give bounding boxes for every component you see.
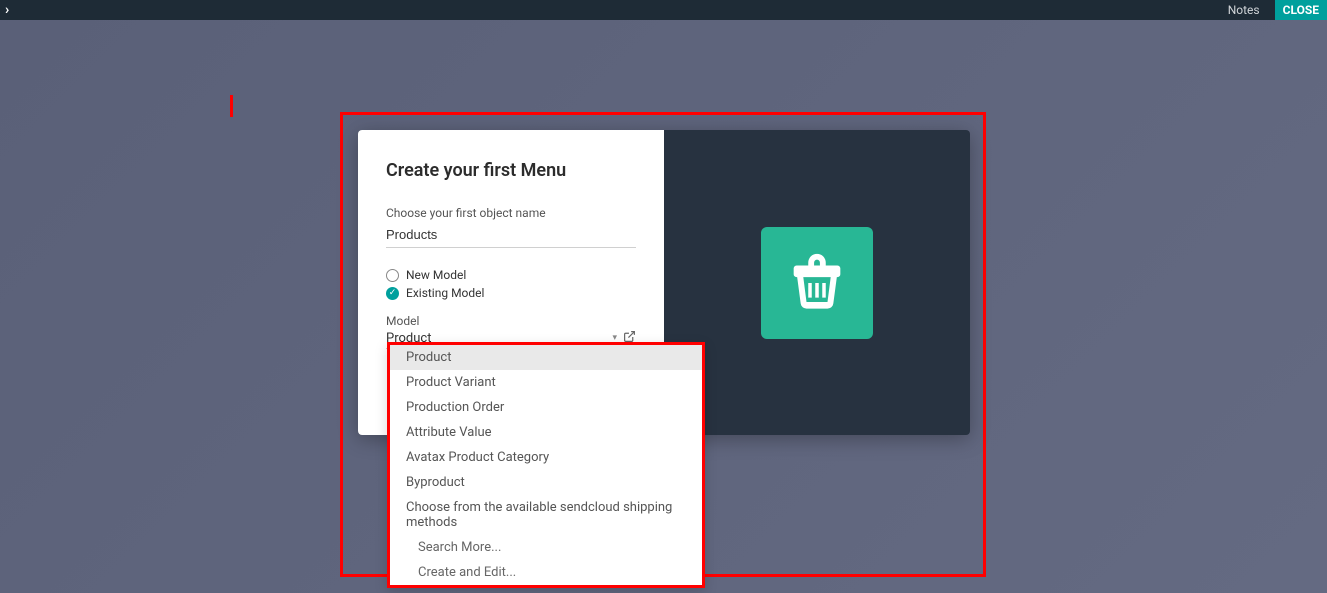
model-field-label: Model (386, 314, 636, 328)
radio-unchecked-icon (386, 269, 399, 282)
topbar-right: Notes CLOSE (1213, 0, 1327, 20)
dropdown-item-avatax-category[interactable]: Avatax Product Category (390, 445, 702, 470)
radio-checked-icon: ✓ (386, 287, 399, 300)
basket-tile (761, 227, 873, 339)
dropdown-item-product-variant[interactable]: Product Variant (390, 370, 702, 395)
workspace: Create your first Menu Choose your first… (0, 20, 1327, 593)
radio-new-model-row[interactable]: New Model (386, 268, 636, 282)
object-name-label: Choose your first object name (386, 206, 636, 220)
dropdown-item-production-order[interactable]: Production Order (390, 395, 702, 420)
top-bar: › Notes CLOSE (0, 0, 1327, 20)
chevron-right-icon[interactable]: › (5, 2, 9, 18)
basket-icon (782, 248, 852, 318)
dropdown-item-byproduct[interactable]: Byproduct (390, 470, 702, 495)
radio-existing-label: Existing Model (406, 286, 484, 300)
modal-preview-panel (664, 130, 970, 435)
dropdown-create-edit[interactable]: Create and Edit... (390, 560, 702, 585)
model-dropdown: Product Product Variant Production Order… (387, 342, 705, 588)
close-button[interactable]: CLOSE (1275, 0, 1327, 20)
radio-existing-model-row[interactable]: ✓ Existing Model (386, 286, 636, 300)
dropdown-item-product[interactable]: Product (390, 345, 702, 370)
dropdown-item-sendcloud[interactable]: Choose from the available sendcloud ship… (390, 495, 702, 535)
radio-new-label: New Model (406, 268, 466, 282)
dropdown-item-attribute-value[interactable]: Attribute Value (390, 420, 702, 445)
dropdown-search-more[interactable]: Search More... (390, 535, 702, 560)
topbar-left: › (5, 2, 9, 18)
notes-button[interactable]: Notes (1213, 3, 1275, 17)
modal-title: Create your first Menu (386, 160, 636, 181)
annotation-cursor (230, 95, 233, 117)
object-name-input[interactable] (386, 224, 636, 248)
